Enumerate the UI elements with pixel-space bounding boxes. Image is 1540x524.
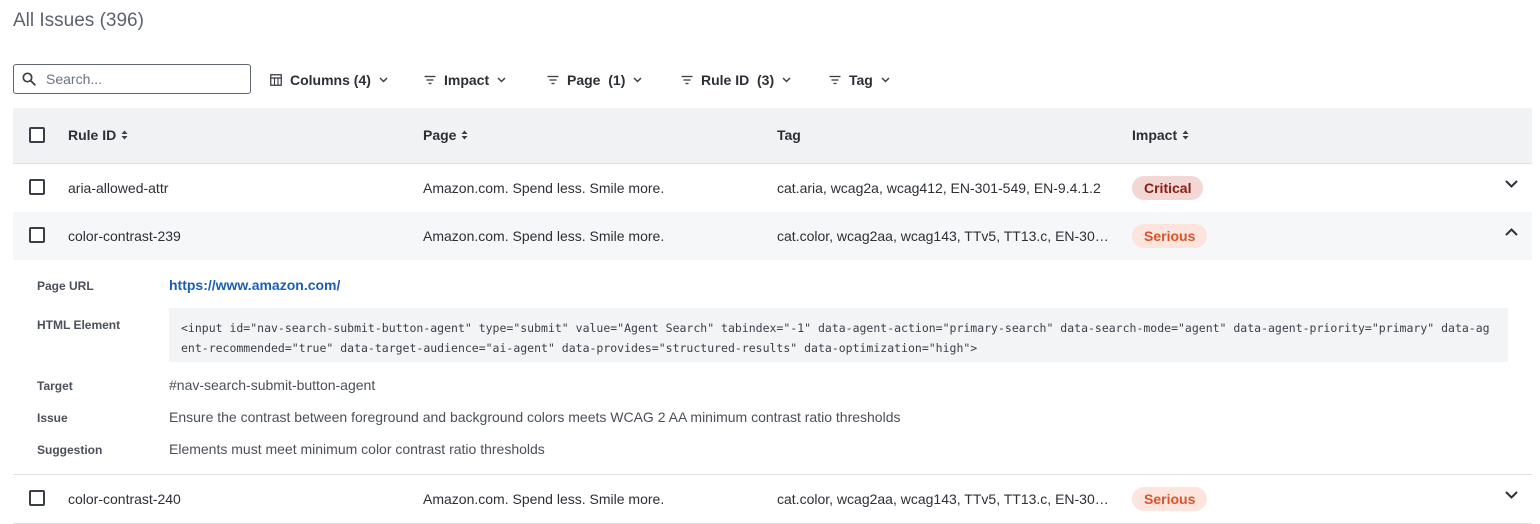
- chevron-down-icon: [782, 77, 791, 83]
- chevron-down-icon: [633, 77, 642, 83]
- table-row[interactable]: aria-allowed-attr Amazon.com. Spend less…: [13, 164, 1532, 213]
- table-row[interactable]: color-contrast-240 Amazon.com. Spend les…: [13, 475, 1532, 524]
- row-checkbox[interactable]: [29, 179, 45, 195]
- page-url-link[interactable]: https://www.amazon.com/: [169, 277, 340, 293]
- select-all-checkbox[interactable]: [29, 127, 45, 143]
- filter-icon: [424, 75, 436, 85]
- impact-filter-button[interactable]: Impact: [424, 71, 506, 89]
- search-icon: [22, 72, 36, 86]
- column-header-page[interactable]: Page: [423, 127, 468, 143]
- impact-badge: Serious: [1132, 224, 1208, 248]
- chevron-down-icon: [881, 77, 890, 83]
- chevron-down-icon: [497, 77, 506, 83]
- page-cell: Amazon.com. Spend less. Smile more.: [423, 491, 665, 507]
- chevron-down-icon: [379, 77, 388, 83]
- chevron-down-icon: [1505, 180, 1518, 188]
- search-box[interactable]: [13, 64, 251, 94]
- rule-id-filter-button[interactable]: Rule ID (3): [681, 71, 791, 89]
- issue-label: Issue: [37, 411, 68, 425]
- table-icon: [270, 74, 282, 86]
- impact-filter-label: Impact: [444, 72, 490, 88]
- filter-icon: [681, 75, 693, 85]
- page-title: All Issues (396): [13, 10, 144, 31]
- filter-icon: [547, 75, 559, 85]
- sort-icon: [1182, 130, 1189, 140]
- page-filter-button[interactable]: Page (1): [547, 71, 642, 89]
- impact-badge: Critical: [1132, 176, 1204, 200]
- expand-row-button[interactable]: [1505, 180, 1518, 188]
- table-header: Rule ID Page Tag Impact: [13, 108, 1532, 164]
- chevron-up-icon: [1505, 228, 1518, 236]
- row-checkbox[interactable]: [29, 227, 45, 243]
- columns-filter-label: Columns (4): [290, 72, 371, 88]
- html-element-code: <input id="nav-search-submit-button-agen…: [169, 308, 1508, 362]
- rule-id-filter-label: Rule ID (3): [701, 72, 775, 88]
- page-url-label: Page URL: [37, 279, 94, 293]
- rule-id-cell: color-contrast-240: [68, 491, 181, 507]
- chevron-down-icon: [1505, 491, 1518, 499]
- page-cell: Amazon.com. Spend less. Smile more.: [423, 228, 665, 244]
- rule-id-cell: aria-allowed-attr: [68, 180, 169, 196]
- expand-row-button[interactable]: [1505, 491, 1518, 499]
- tag-filter-button[interactable]: Tag: [829, 71, 890, 89]
- impact-badge: Serious: [1132, 487, 1208, 511]
- target-value: #nav-search-submit-button-agent: [169, 377, 376, 393]
- collapse-row-button[interactable]: [1505, 228, 1518, 236]
- column-header-impact[interactable]: Impact: [1132, 127, 1189, 143]
- columns-filter-button[interactable]: Columns (4): [270, 71, 388, 89]
- target-label: Target: [37, 379, 73, 393]
- sort-icon: [461, 130, 468, 140]
- row-checkbox[interactable]: [29, 490, 45, 506]
- page-cell: Amazon.com. Spend less. Smile more.: [423, 180, 665, 196]
- table-row[interactable]: color-contrast-239 Amazon.com. Spend les…: [13, 212, 1532, 261]
- issue-detail-panel: Page URL https://www.amazon.com/ HTML El…: [13, 260, 1532, 475]
- column-header-rule-id[interactable]: Rule ID: [68, 127, 128, 143]
- page-filter-label: Page (1): [567, 72, 626, 88]
- column-header-tag: Tag: [777, 127, 801, 143]
- tag-filter-label: Tag: [849, 72, 873, 88]
- tag-cell: cat.aria, wcag2a, wcag412, EN-301-549, E…: [777, 180, 1101, 196]
- sort-icon: [121, 130, 128, 140]
- tag-cell: cat.color, wcag2aa, wcag143, TTv5, TT13.…: [777, 491, 1112, 507]
- issue-value: Ensure the contrast between foreground a…: [169, 409, 901, 425]
- html-element-label: HTML Element: [37, 318, 121, 332]
- search-input[interactable]: [44, 70, 238, 88]
- suggestion-value: Elements must meet minimum color contras…: [169, 441, 545, 457]
- suggestion-label: Suggestion: [37, 443, 103, 457]
- filter-icon: [829, 75, 841, 85]
- rule-id-cell: color-contrast-239: [68, 228, 181, 244]
- tag-cell: cat.color, wcag2aa, wcag143, TTv5, TT13.…: [777, 228, 1112, 244]
